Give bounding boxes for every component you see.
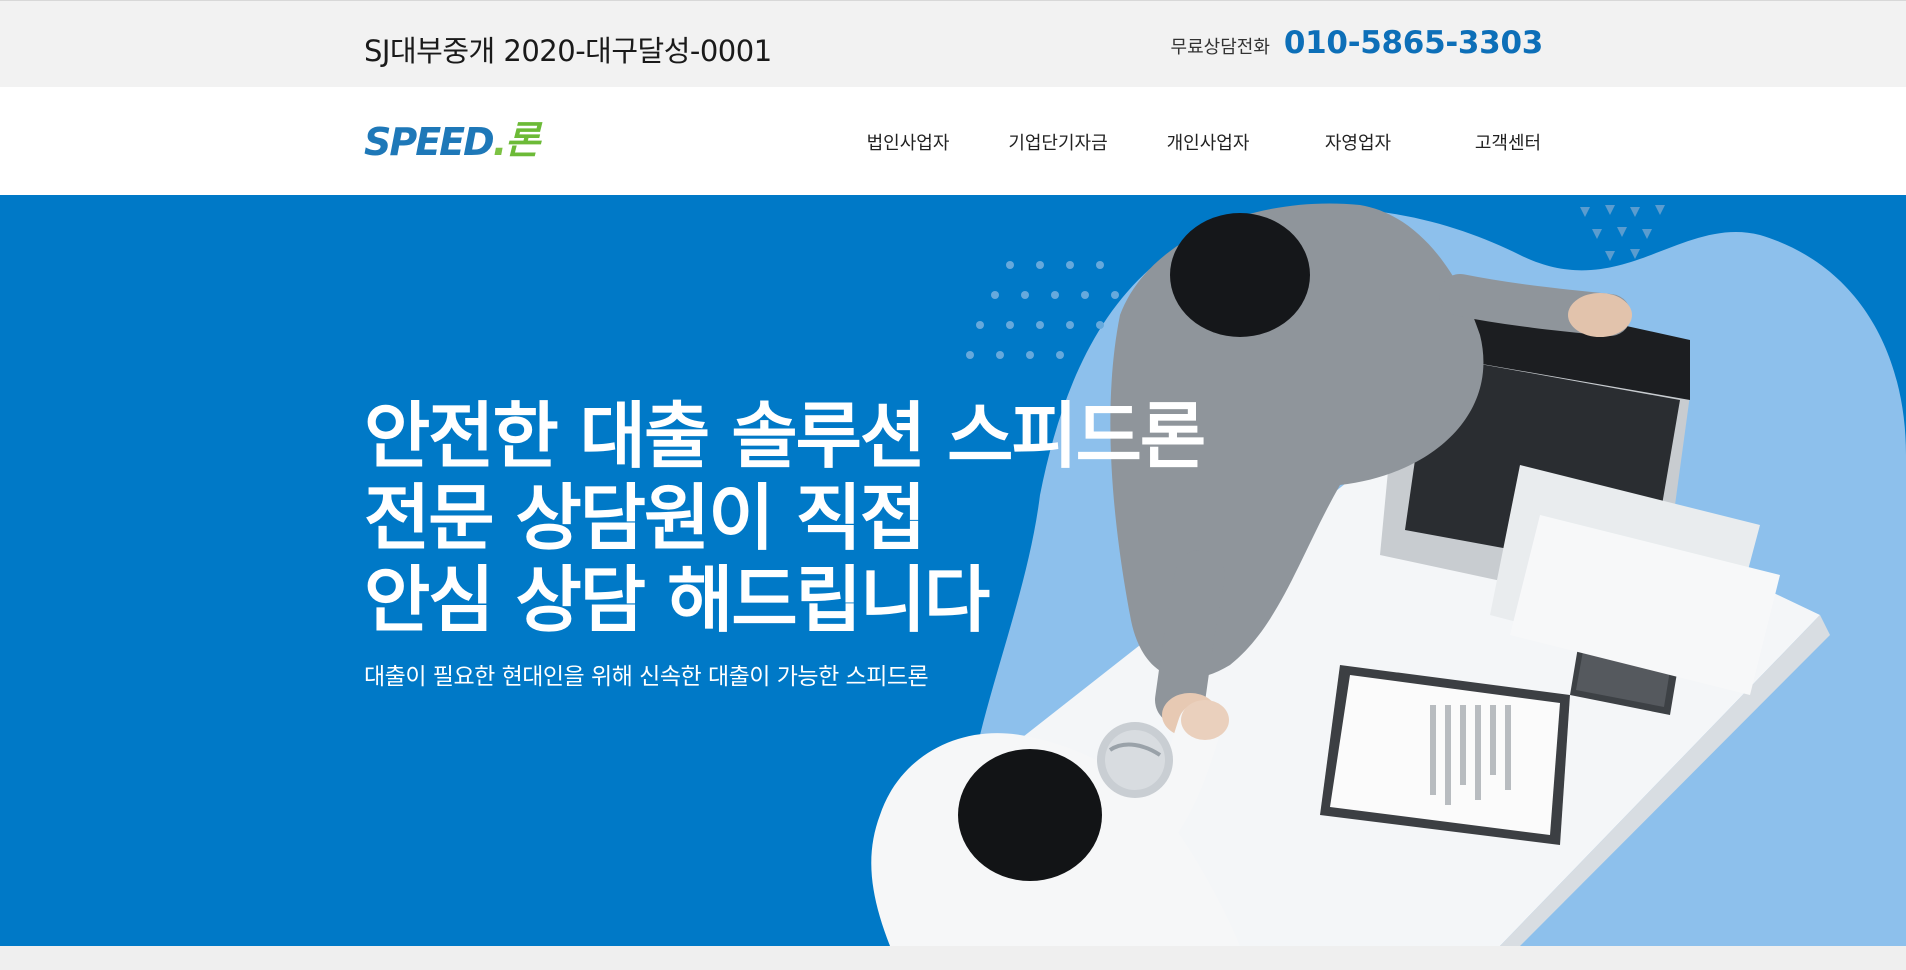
site-logo[interactable]: SPEED. 론: [364, 118, 540, 164]
triangle-pattern: [1580, 205, 1665, 261]
nav-item-customer-center[interactable]: 고객센터: [1433, 129, 1583, 155]
phone-label: 무료상담전화: [1170, 37, 1270, 58]
consult-phone[interactable]: 무료상담전화 010-5865-3303: [1170, 25, 1544, 61]
hero-subcopy: 대출이 필요한 현대인을 위해 신속한 대출이 가능한 스피드론: [364, 664, 929, 690]
headline-line-3: 안심 상담 해드립니다: [364, 558, 990, 642]
registration-number: SJ대부중개 2020-대구달성-0001: [364, 34, 772, 68]
main-navigation: SPEED. 론 법인사업자 기업단기자금 개인사업자 자영업자 고객센터: [0, 87, 1906, 195]
section-divider: [0, 946, 1906, 970]
nav-item-corporate-business[interactable]: 법인사업자: [833, 129, 983, 155]
logo-dot: .: [492, 120, 508, 164]
phone-number-link[interactable]: 010-5865-3303: [1284, 25, 1543, 61]
headline-line-2: 전문 상담원이 직접: [364, 476, 926, 560]
nav-item-self-employed[interactable]: 자영업자: [1283, 129, 1433, 155]
hero-banner: 안전한 대출 솔루션 스피드론 전문 상담원이 직접 안심 상담 해드립니다 대…: [0, 195, 1906, 946]
logo-speed-text: SPEED: [364, 120, 495, 164]
globe: [1097, 722, 1173, 798]
nav-item-individual-business[interactable]: 개인사업자: [1133, 129, 1283, 155]
top-info-bar: SJ대부중개 2020-대구달성-0001 무료상담전화 010-5865-33…: [0, 0, 1906, 87]
headline-line-1: 안전한 대출 솔루션 스피드론: [364, 394, 1206, 478]
clipboard: [1320, 665, 1570, 845]
hero-headline: 안전한 대출 솔루션 스피드론 전문 상담원이 직접 안심 상담 해드립니다: [364, 394, 1206, 642]
nav-item-short-term-funds[interactable]: 기업단기자금: [983, 129, 1133, 155]
logo-ron-text: 론: [505, 118, 540, 162]
